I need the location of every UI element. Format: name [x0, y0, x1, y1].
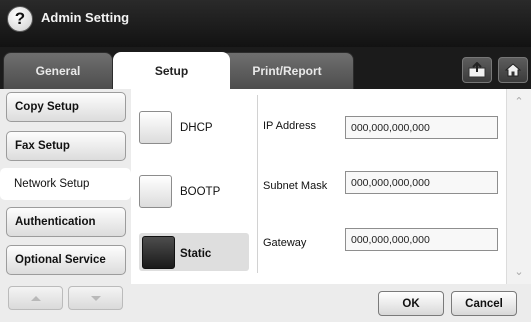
- ip-address-field[interactable]: 000,000,000,000: [345, 116, 498, 139]
- page-down-button[interactable]: [68, 286, 123, 310]
- sidebar-item-optional-service[interactable]: Optional Service: [6, 245, 126, 275]
- tab-general[interactable]: General: [3, 52, 113, 89]
- help-icon[interactable]: ?: [7, 6, 33, 32]
- sidebar-item-authentication[interactable]: Authentication: [6, 207, 126, 237]
- subnet-mask-label: Subnet Mask: [263, 180, 328, 192]
- scroll-up-icon[interactable]: ⌃: [514, 97, 524, 108]
- chevron-down-icon: [90, 295, 101, 301]
- chevron-up-icon: [30, 295, 41, 301]
- ok-button[interactable]: OK: [378, 291, 444, 316]
- subnet-mask-field[interactable]: 000,000,000,000: [345, 171, 498, 194]
- ip-method-static[interactable]: Static: [139, 233, 249, 273]
- sidebar-item-network-setup[interactable]: Network Setup: [0, 168, 131, 200]
- scroll-down-icon[interactable]: ⌄: [514, 267, 524, 278]
- action-bar: OK Cancel: [131, 284, 531, 322]
- static-radio-button[interactable]: [142, 236, 175, 269]
- bootp-radio-button[interactable]: [139, 175, 172, 208]
- network-setup-panel: DHCP BOOTP Static IP Address 000,000,000…: [131, 89, 531, 284]
- sidebar-item-fax-setup[interactable]: Fax Setup: [6, 131, 126, 161]
- sidebar-item-copy-setup[interactable]: Copy Setup: [6, 92, 126, 122]
- static-label: Static: [180, 248, 212, 260]
- gateway-label: Gateway: [263, 237, 307, 249]
- home-icon: [505, 63, 521, 77]
- export-button[interactable]: [462, 57, 492, 83]
- divider: [257, 95, 258, 273]
- tab-bar: General Print/Report Setup: [0, 47, 531, 89]
- dhcp-label: DHCP: [180, 122, 213, 134]
- title-bar: ? Admin Setting: [0, 0, 531, 47]
- bootp-label: BOOTP: [180, 186, 221, 198]
- sidebar-pager: [8, 286, 126, 310]
- tab-print-report[interactable]: Print/Report: [220, 52, 354, 89]
- home-button[interactable]: [498, 57, 528, 83]
- window-title: Admin Setting: [41, 10, 130, 25]
- tab-setup[interactable]: Setup: [113, 52, 230, 89]
- gateway-field[interactable]: 000,000,000,000: [345, 228, 498, 251]
- sidebar: Copy Setup Fax Setup Network Setup Authe…: [0, 89, 131, 322]
- scrollbar[interactable]: ⌃ ⌄: [506, 89, 531, 284]
- cancel-button[interactable]: Cancel: [451, 291, 517, 316]
- export-icon: [468, 62, 486, 78]
- ip-method-bootp[interactable]: BOOTP: [139, 175, 249, 215]
- admin-setting-screen: ? Admin Setting General Print/Report Set…: [0, 0, 531, 322]
- dhcp-radio-button[interactable]: [139, 111, 172, 144]
- ip-address-label: IP Address: [263, 120, 316, 132]
- ip-method-dhcp[interactable]: DHCP: [139, 111, 249, 151]
- page-up-button[interactable]: [8, 286, 63, 310]
